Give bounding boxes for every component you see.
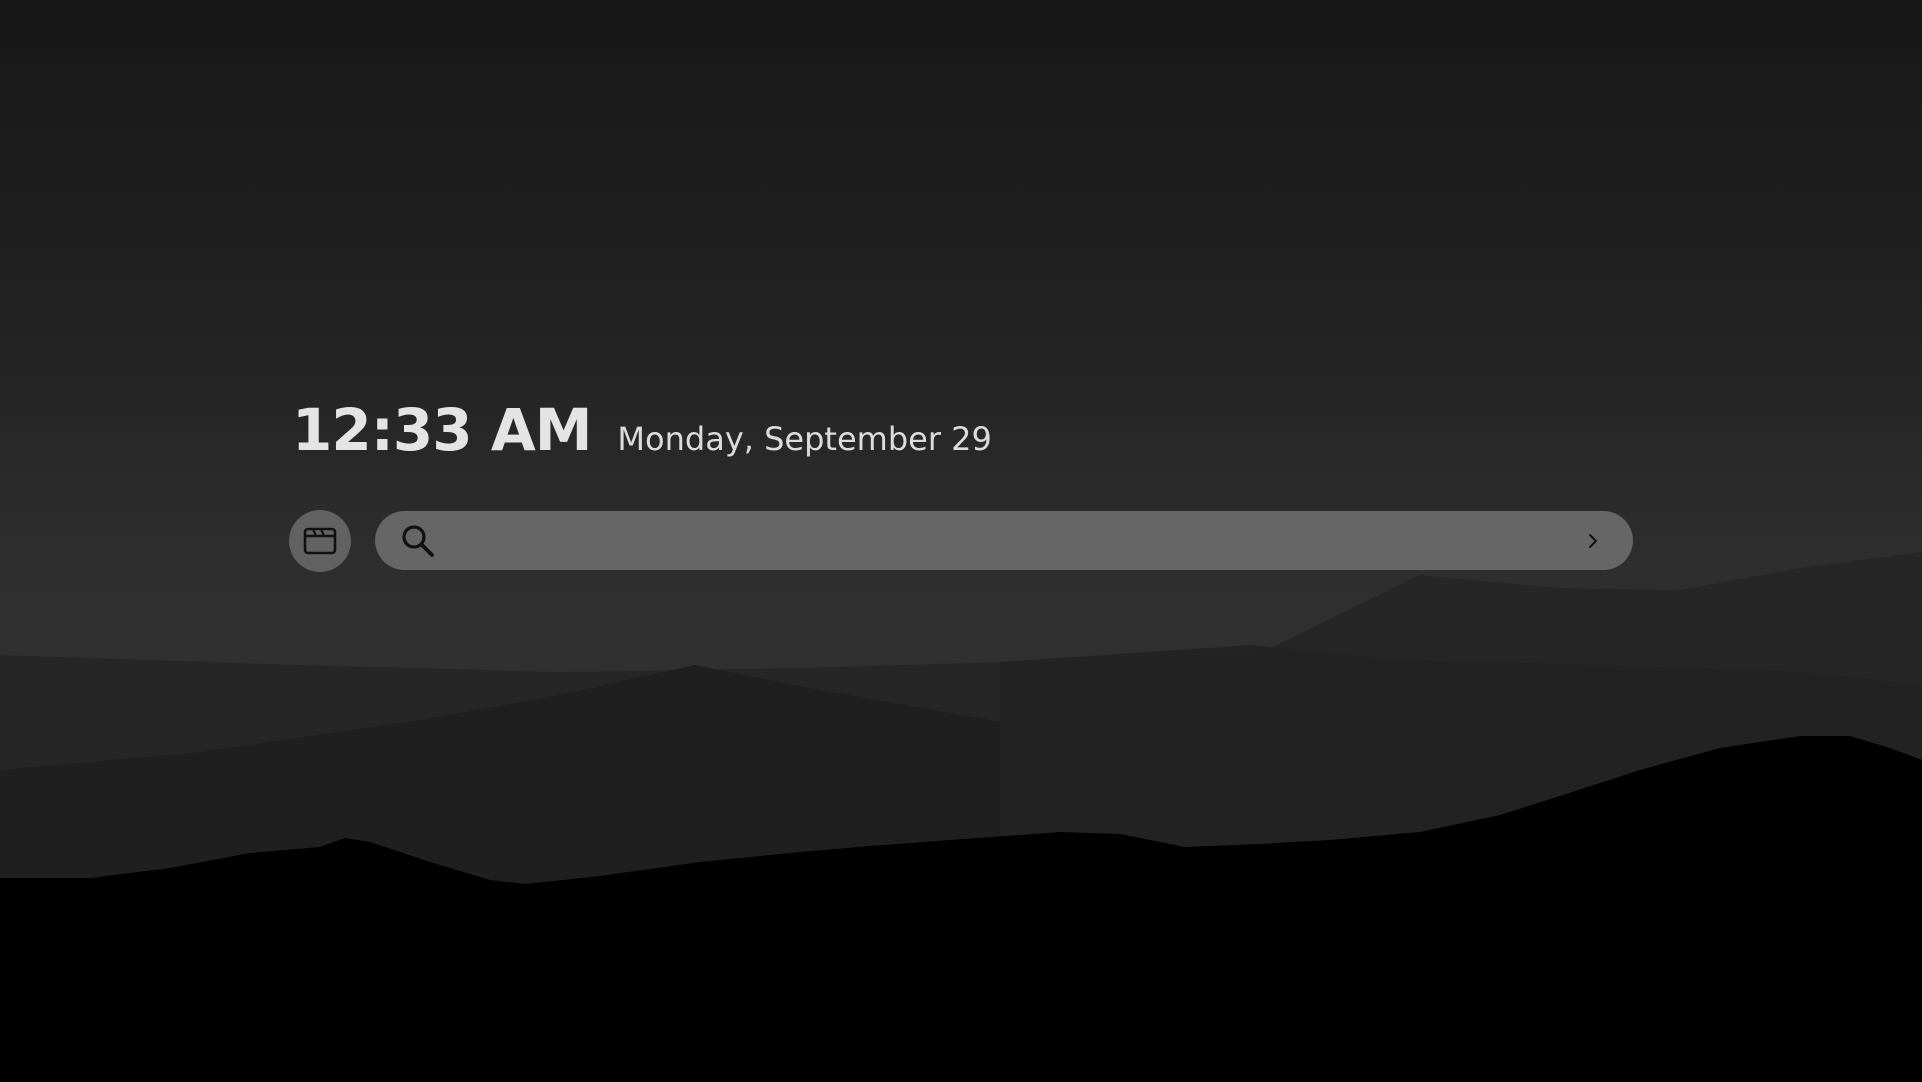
chevron-right-icon[interactable] (1583, 529, 1603, 553)
browser-window-button[interactable] (289, 510, 351, 572)
clock-date: Monday, September 29 (617, 420, 992, 458)
browser-window-icon (303, 527, 337, 555)
search-input[interactable] (453, 510, 1567, 571)
search-icon (402, 524, 434, 557)
new-tab-screen: 12:33 AM Monday, September 29 (0, 0, 1922, 1082)
clock-time: 12:33 AM (292, 396, 592, 464)
clock-widget: 12:33 AM Monday, September 29 (292, 396, 992, 464)
search-bar[interactable] (375, 510, 1633, 571)
